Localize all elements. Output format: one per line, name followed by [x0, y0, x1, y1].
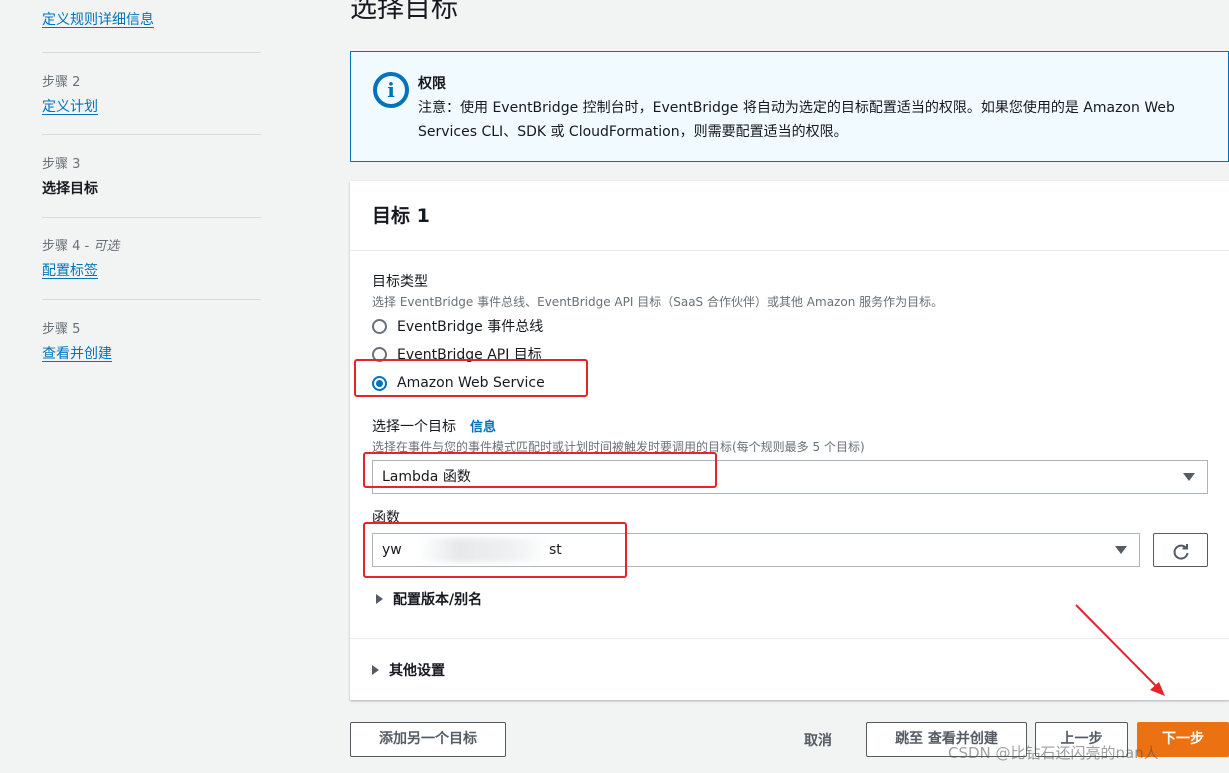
target-type-label: 目标类型: [372, 274, 428, 290]
step-3: 步骤 3 选择目标: [42, 153, 261, 198]
annotation-arrow-icon: [1075, 604, 1165, 696]
step-5: 步骤 5 查看并创建: [42, 318, 261, 363]
caret-right-icon: [372, 665, 379, 675]
step-1-number: [42, 0, 261, 3]
radio-eventbridge-bus[interactable]: EventBridge 事件总线: [372, 315, 543, 337]
other-settings-label: 其他设置: [389, 663, 445, 679]
watermark: CSDN @比钻石还闪亮的nan人: [948, 744, 1159, 762]
highlight-box: [363, 452, 717, 488]
page-title: 选择目标: [350, 0, 458, 24]
radio-label: EventBridge 事件总线: [397, 319, 544, 335]
step-4-number: 步骤 4 - 可选: [42, 235, 261, 254]
target-card-title: 目标 1: [372, 205, 430, 227]
step-2-number: 步骤 2: [42, 75, 81, 90]
caret-right-icon: [376, 594, 383, 604]
info-link[interactable]: 信息: [470, 420, 496, 435]
permissions-info-box: i 权限 注意：使用 EventBridge 控制台时，EventBridge …: [350, 51, 1229, 162]
wizard-steps-nav: 定义规则详细信息 步骤 2 定义计划 步骤 3 选择目标 步骤 4 - 可选 配…: [0, 0, 300, 773]
caret-down-icon: [1115, 546, 1127, 554]
info-icon: i: [373, 72, 409, 108]
step-4-optional: - 可选: [80, 239, 120, 254]
add-target-button[interactable]: 添加另一个目标: [350, 722, 506, 757]
step-divider: [42, 134, 261, 135]
target-card-header: 目标 1: [350, 181, 1229, 251]
step-5-number: 步骤 5: [42, 322, 81, 337]
select-target-label: 选择一个目标 信息: [372, 416, 496, 436]
cancel-button[interactable]: 取消: [804, 730, 832, 750]
step-3-number: 步骤 3: [42, 157, 81, 172]
step-1-link[interactable]: 定义规则详细信息: [42, 9, 154, 29]
step-4: 步骤 4 - 可选 配置标签: [42, 235, 261, 280]
step-divider: [42, 52, 261, 53]
step-2: 步骤 2 定义计划: [42, 71, 261, 116]
refresh-icon: [1173, 543, 1188, 560]
step-3-current: 选择目标: [42, 181, 98, 197]
refresh-button[interactable]: [1153, 533, 1208, 567]
step-2-link[interactable]: 定义计划: [42, 96, 98, 116]
step-divider: [42, 299, 261, 300]
radio-button[interactable]: [372, 318, 387, 334]
highlight-box: [354, 359, 588, 397]
highlight-box: [363, 522, 627, 578]
caret-down-icon: [1183, 473, 1195, 481]
select-target-label-text: 选择一个目标: [372, 419, 456, 435]
step-4-number-text: 步骤 4: [42, 239, 81, 254]
version-alias-label: 配置版本/别名: [393, 592, 483, 608]
info-box-title: 权限: [418, 76, 446, 92]
step-divider: [42, 217, 261, 218]
step-4-link[interactable]: 配置标签: [42, 260, 98, 280]
step-1: 定义规则详细信息: [42, 0, 261, 29]
version-alias-expander[interactable]: 配置版本/别名: [376, 589, 482, 609]
target-type-description: 选择 EventBridge 事件总线、EventBridge API 目标（S…: [372, 295, 944, 309]
other-settings-expander[interactable]: 其他设置: [372, 660, 445, 680]
info-box-body: 注意：使用 EventBridge 控制台时，EventBridge 将自动为选…: [418, 100, 1175, 140]
step-5-link[interactable]: 查看并创建: [42, 343, 112, 363]
